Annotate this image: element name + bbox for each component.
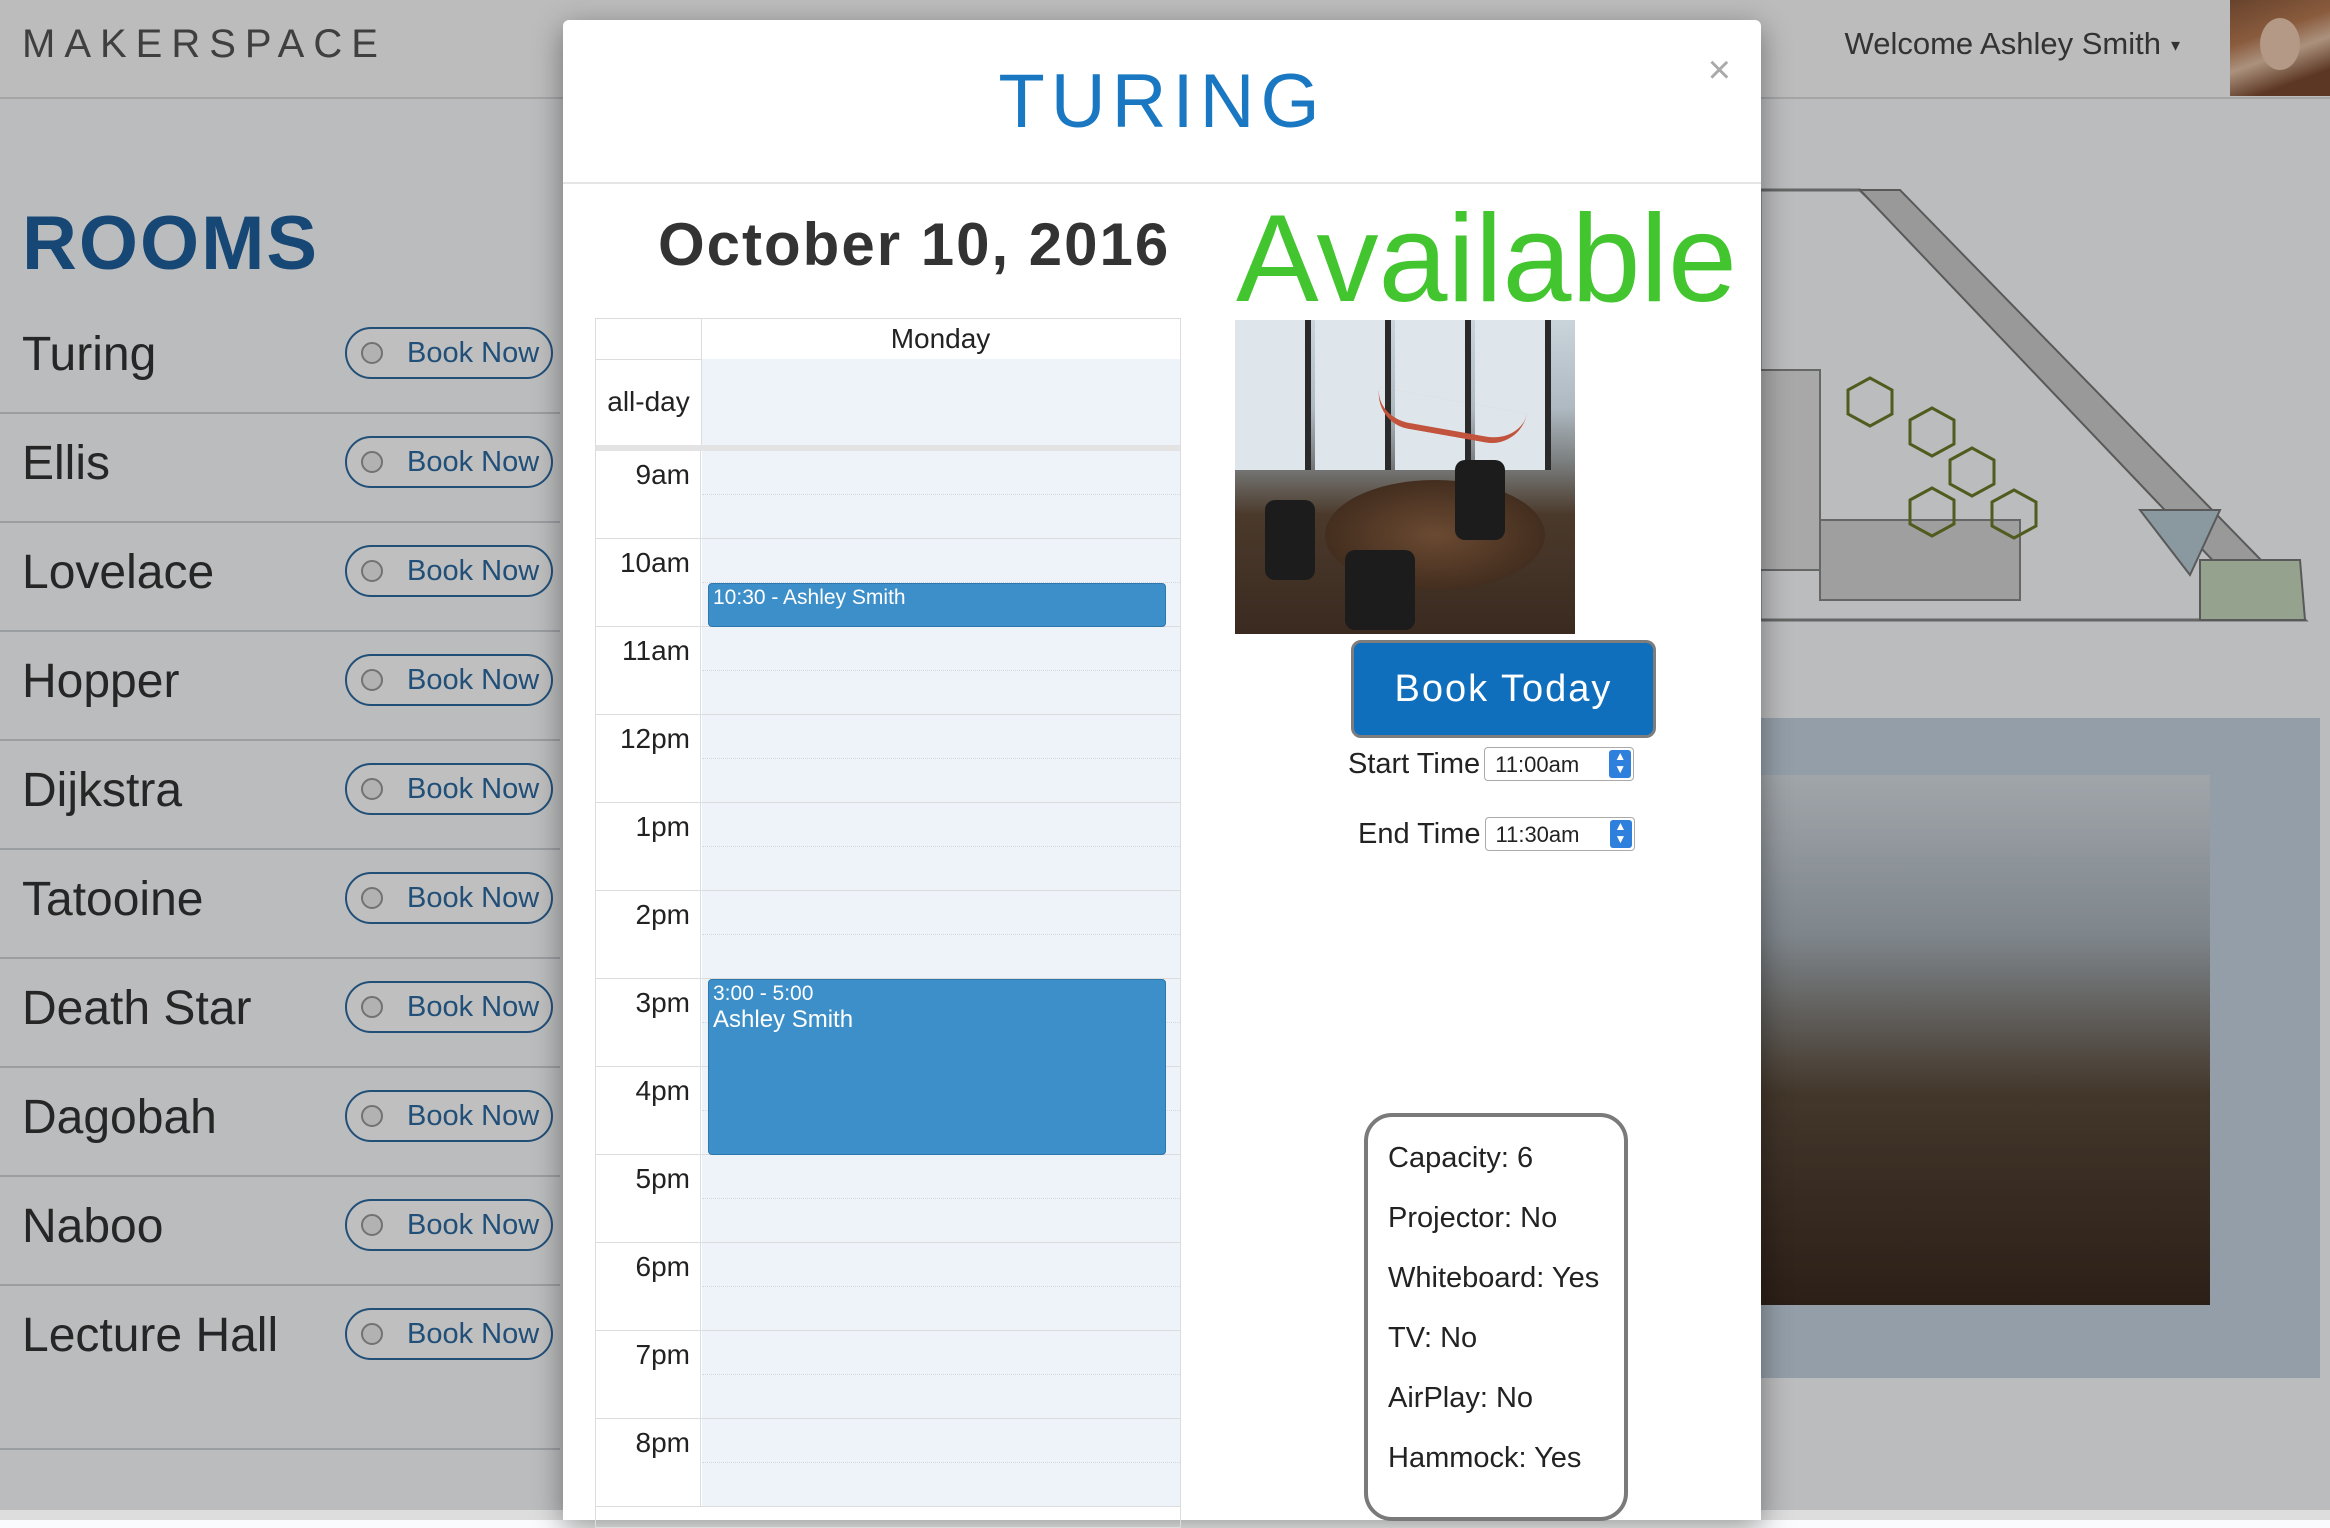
- select-arrows-icon: ▲ ▼: [1609, 750, 1632, 778]
- hour-label: 9am: [596, 451, 701, 538]
- hour-row: 2pm: [596, 891, 1180, 979]
- hour-row: 5pm: [596, 1155, 1180, 1243]
- calendar-event[interactable]: 3:00 - 5:00 Ashley Smith: [708, 979, 1166, 1155]
- time-slot[interactable]: [702, 451, 1180, 538]
- hour-label: 5pm: [596, 1155, 701, 1242]
- event-time: 3:00 - 5:00: [713, 982, 814, 1005]
- amenity-item: TV: No: [1388, 1322, 1478, 1354]
- select-arrows-icon: ▲ ▼: [1609, 820, 1632, 848]
- time-slot[interactable]: [702, 803, 1180, 890]
- event-time: 10:30 - Ashley Smith: [713, 586, 906, 609]
- end-time-select[interactable]: 11:30am ▲ ▼: [1484, 817, 1635, 851]
- hour-label: 3pm: [596, 979, 701, 1066]
- start-time-label: Start Time: [1348, 747, 1481, 780]
- end-time-value: 11:30am: [1495, 822, 1580, 847]
- close-icon[interactable]: ×: [1708, 48, 1731, 93]
- time-slot[interactable]: [702, 891, 1180, 978]
- hour-label: 2pm: [596, 891, 701, 978]
- amenity-item: AirPlay: No: [1388, 1382, 1534, 1414]
- all-day-row: all-day: [596, 359, 1180, 451]
- time-slot[interactable]: [702, 1155, 1180, 1242]
- availability-status: Available: [1236, 190, 1737, 328]
- modal-title: TURING: [998, 59, 1326, 144]
- calendar-header: Monday: [596, 319, 1180, 360]
- hour-label: 10am: [596, 539, 701, 626]
- hour-label: 11am: [596, 627, 701, 714]
- end-time-label: End Time: [1358, 817, 1481, 850]
- time-slot[interactable]: [702, 715, 1180, 802]
- start-time-select[interactable]: 11:00am ▲ ▼: [1484, 747, 1635, 781]
- end-time-row: End Time 11:30am ▲ ▼: [1358, 817, 1635, 851]
- hour-row: 12pm: [596, 715, 1180, 803]
- time-slot[interactable]: [702, 627, 1180, 714]
- hour-row: 11am: [596, 627, 1180, 715]
- calendar-event[interactable]: 10:30 - Ashley Smith: [708, 583, 1166, 627]
- hour-row: 8pm: [596, 1419, 1180, 1507]
- all-day-label: all-day: [596, 359, 702, 445]
- hour-row: 6pm: [596, 1243, 1180, 1331]
- start-time-value: 11:00am: [1495, 752, 1580, 777]
- hour-label: 1pm: [596, 803, 701, 890]
- time-slot[interactable]: [702, 1419, 1180, 1506]
- hour-label: 6pm: [596, 1243, 701, 1330]
- amenity-item: Hammock: Yes: [1388, 1442, 1582, 1474]
- book-today-button[interactable]: Book Today: [1351, 640, 1656, 738]
- start-time-row: Start Time 11:00am ▲ ▼: [1348, 747, 1635, 781]
- hour-label: 8pm: [596, 1419, 701, 1506]
- hour-row: 9am: [596, 451, 1180, 539]
- amenities-panel: Capacity: 6 Projector: No Whiteboard: Ye…: [1364, 1113, 1628, 1521]
- all-day-slot[interactable]: [702, 359, 1180, 445]
- time-slot[interactable]: [702, 1243, 1180, 1330]
- event-name: Ashley Smith: [713, 1006, 854, 1033]
- amenity-item: Projector: No: [1388, 1202, 1558, 1234]
- calendar-day-label: Monday: [890, 323, 991, 354]
- hour-label: 4pm: [596, 1067, 701, 1154]
- room-photo: [1235, 320, 1575, 634]
- time-slot[interactable]: [702, 1331, 1180, 1418]
- hour-label: 7pm: [596, 1331, 701, 1418]
- amenity-item: Capacity: 6: [1388, 1142, 1534, 1174]
- hour-grid: 9am 10am 11am 12pm 1pm 2pm 3pm 4pm 5pm 6…: [596, 451, 1180, 1507]
- day-calendar: Monday all-day 9am 10am 11am 12pm 1pm 2p…: [595, 318, 1181, 1528]
- hour-label: 12pm: [596, 715, 701, 802]
- modal-header: TURING ×: [563, 20, 1761, 184]
- hour-row: 7pm: [596, 1331, 1180, 1419]
- amenity-item: Whiteboard: Yes: [1388, 1262, 1600, 1294]
- hour-row: 1pm: [596, 803, 1180, 891]
- room-modal: TURING × October 10, 2016 Available Mond…: [563, 20, 1761, 1528]
- date-heading: October 10, 2016: [658, 211, 1171, 278]
